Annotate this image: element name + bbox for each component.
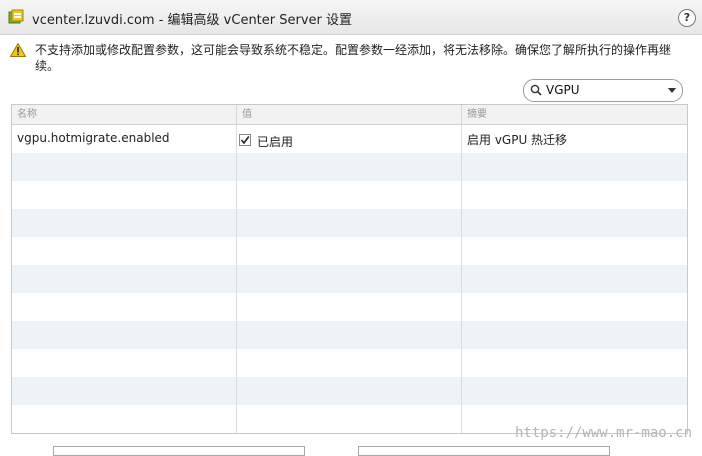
settings-table: 名称 值 摘要 vgpu.hotmigrate.enabled 已启用 启用 v…: [11, 104, 688, 434]
checkmark-icon: [240, 136, 250, 145]
dialog-title: vcenter.lzuvdi.com - 编辑高级 vCenter Server…: [32, 13, 353, 28]
setting-name-cell: vgpu.hotmigrate.enabled: [12, 125, 237, 153]
empty-row: [12, 265, 687, 293]
search-input[interactable]: [546, 82, 660, 98]
enabled-checkbox[interactable]: [239, 134, 251, 146]
empty-row: [12, 349, 687, 377]
column-header-value[interactable]: 值: [237, 105, 462, 124]
advanced-settings-dialog: vcenter.lzuvdi.com - 编辑高级 vCenter Server…: [0, 0, 702, 456]
empty-row: [12, 153, 687, 181]
table-row[interactable]: vgpu.hotmigrate.enabled 已启用 启用 vGPU 热迁移: [12, 125, 687, 153]
empty-row: [12, 293, 687, 321]
warning-text: 不支持添加或修改配置参数，这可能会导致系统不稳定。配置参数一经添加，将无法移除。…: [35, 43, 672, 73]
warning-triangle-icon: [10, 43, 26, 57]
table-body: vgpu.hotmigrate.enabled 已启用 启用 vGPU 热迁移: [12, 125, 687, 433]
vcenter-settings-icon: [8, 9, 24, 24]
title-bar: vcenter.lzuvdi.com - 编辑高级 vCenter Server…: [0, 0, 702, 35]
column-header-summary[interactable]: 摘要: [462, 105, 687, 124]
chevron-down-icon[interactable]: [668, 88, 676, 93]
search-icon: [530, 84, 542, 96]
setting-value-cell: 已启用: [237, 125, 462, 153]
empty-row: [12, 181, 687, 209]
column-header-name[interactable]: 名称: [12, 105, 237, 124]
setting-summary-cell: 启用 vGPU 热迁移: [467, 133, 568, 147]
empty-row: [12, 377, 687, 405]
table-header: 名称 值 摘要: [12, 105, 687, 125]
empty-row: [12, 209, 687, 237]
enabled-label: 已启用: [257, 135, 294, 149]
empty-row: [12, 321, 687, 349]
new-setting-name-field[interactable]: [53, 446, 305, 456]
watermark-text: https://www.mr-mao.cn: [515, 425, 693, 441]
search-box[interactable]: [523, 79, 683, 102]
help-button[interactable]: ?: [678, 9, 696, 27]
new-setting-value-field[interactable]: [358, 446, 610, 456]
empty-row: [12, 237, 687, 265]
